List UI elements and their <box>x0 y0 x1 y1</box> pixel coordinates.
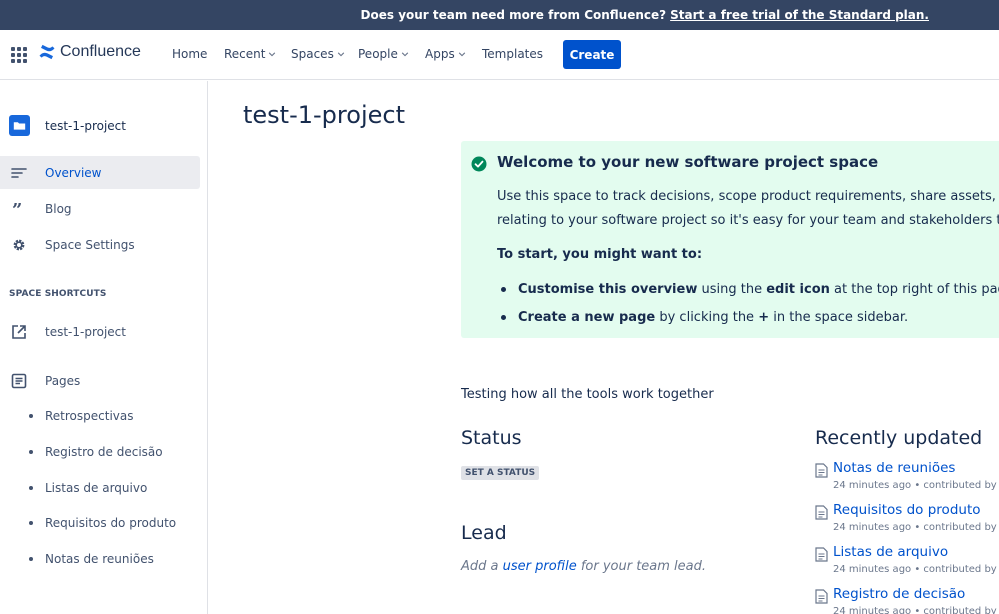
nav-people-label: People <box>358 47 398 61</box>
lead-text-post: for your team lead. <box>580 559 707 574</box>
nav-spaces[interactable]: Spaces <box>291 47 345 61</box>
confluence-logo[interactable]: Confluence <box>38 43 141 61</box>
sidebar-shortcut-link[interactable]: test-1-project <box>0 315 200 348</box>
confluence-logo-icon <box>39 44 55 60</box>
gear-icon <box>10 236 28 254</box>
bullet-bold: Create a new page <box>518 310 656 325</box>
user-profile-link[interactable]: user profile <box>503 559 577 574</box>
page-title: test-1-project <box>243 101 405 129</box>
logo-text: Confluence <box>60 43 141 60</box>
chevron-down-icon <box>337 52 345 57</box>
sidebar-item-overview[interactable]: Overview <box>0 156 200 189</box>
space-shortcuts-heading: SPACE SHORTCUTS <box>9 289 107 299</box>
recent-item-title[interactable]: Listas de arquivo <box>833 544 948 560</box>
panel-bullet: Customise this overview using the edit i… <box>501 282 999 297</box>
svg-text:”: ” <box>12 201 22 217</box>
page-tree-label: Notas de reuniões <box>45 552 154 566</box>
nav-home[interactable]: Home <box>172 47 207 61</box>
recent-item-title[interactable]: Registro de decisão <box>833 586 965 602</box>
panel-title: Welcome to your new software project spa… <box>497 153 879 171</box>
sidebar-item-pages[interactable]: Pages <box>0 364 200 397</box>
external-link-icon <box>10 323 28 341</box>
sidebar-item-blog[interactable]: ” Blog <box>0 192 200 225</box>
page-tree-item[interactable]: Listas de arquivo <box>29 481 147 495</box>
sidebar-item-label: Space Settings <box>45 237 135 252</box>
nav-recent-label: Recent <box>224 47 266 61</box>
status-lozenge[interactable]: SET A STATUS <box>461 466 540 480</box>
lead-heading: Lead <box>461 522 507 544</box>
sidebar-item-label: Pages <box>45 373 81 388</box>
page-tree-item[interactable]: Notas de reuniões <box>29 552 154 566</box>
page-tree-label: Retrospectivas <box>45 409 134 423</box>
recent-item-meta: 24 minutes ago • contributed by Da <box>833 522 999 533</box>
space-header[interactable]: test-1-project <box>9 115 126 136</box>
bullet-bold: + <box>758 310 770 325</box>
bullet-bold: Customise this overview <box>518 282 698 297</box>
chevron-down-icon <box>269 52 276 57</box>
recent-item-title[interactable]: Requisitos do produto <box>833 502 981 518</box>
bullet-text: using the <box>701 282 763 297</box>
space-sidebar: test-1-project Overview ” Blog Space Set… <box>0 81 208 614</box>
status-heading: Status <box>461 427 522 449</box>
page-tree-item[interactable]: Retrospectivas <box>29 409 134 423</box>
panel-description-line2: relating to your software project so it'… <box>497 213 999 228</box>
chevron-down-icon <box>401 52 409 57</box>
recent-item-title[interactable]: Notas de reuniões <box>833 460 955 476</box>
space-name: test-1-project <box>45 118 126 133</box>
nav-recent[interactable]: Recent <box>224 47 276 61</box>
panel-bullet: Create a new page by clicking the + in t… <box>501 310 908 325</box>
create-button[interactable]: Create <box>563 40 621 69</box>
nav-home-label: Home <box>172 47 208 61</box>
sidebar-item-space-settings[interactable]: Space Settings <box>0 228 200 261</box>
nav-templates[interactable]: Templates <box>482 47 543 61</box>
quote-icon: ” <box>10 200 28 218</box>
page-icon <box>815 547 828 562</box>
banner-trial-link[interactable]: Start a free trial of the Standard plan. <box>670 8 929 22</box>
page-tree-item[interactable]: Requisitos do produto <box>29 516 176 530</box>
lead-text-pre: Add a <box>461 559 499 574</box>
bullet-text: by clicking the <box>659 310 755 325</box>
bullet-text: in the space sidebar. <box>773 310 909 325</box>
recent-item-meta: 24 minutes ago • contributed by Da <box>833 606 999 614</box>
page-icon <box>815 505 828 520</box>
lead-placeholder: Add a user profile for your team lead. <box>461 559 706 574</box>
nav-people[interactable]: People <box>358 47 409 61</box>
check-circle-icon <box>471 156 487 172</box>
panel-subheading: To start, you might want to: <box>497 247 703 262</box>
sidebar-item-label: Blog <box>45 201 72 216</box>
page-icon <box>815 589 828 604</box>
welcome-panel: Welcome to your new software project spa… <box>461 141 999 338</box>
recently-updated-heading: Recently updated <box>815 427 983 449</box>
recent-item-meta: 24 minutes ago • contributed by Da <box>833 480 999 491</box>
folder-icon <box>13 122 26 130</box>
space-description: Testing how all the tools work together <box>461 387 714 402</box>
page-icon <box>815 463 828 478</box>
bullet-bold: edit icon <box>766 282 830 297</box>
sidebar-item-label: Overview <box>45 165 102 180</box>
pages-icon <box>10 372 28 390</box>
nav-templates-label: Templates <box>482 47 544 61</box>
page-tree-label: Registro de decisão <box>45 445 163 459</box>
overview-icon <box>10 164 28 182</box>
upgrade-banner: Does your team need more from Confluence… <box>0 0 999 30</box>
banner-text: Does your team need more from Confluence… <box>360 8 667 22</box>
bullet-text: at the top right of this page. <box>834 282 999 297</box>
app-switcher-icon[interactable] <box>11 47 27 63</box>
nav-spaces-label: Spaces <box>291 47 334 61</box>
chevron-down-icon <box>458 52 465 57</box>
page-tree-label: Requisitos do produto <box>45 516 177 530</box>
panel-description-line1: Use this space to track decisions, scope… <box>497 189 999 204</box>
top-navigation: Confluence Home Recent Spaces People App… <box>0 30 999 80</box>
nav-apps-label: Apps <box>425 47 455 61</box>
page-tree-label: Listas de arquivo <box>45 481 148 495</box>
recent-item-meta: 24 minutes ago • contributed by Da <box>833 564 999 575</box>
nav-apps[interactable]: Apps <box>425 47 466 61</box>
space-avatar <box>9 115 30 136</box>
sidebar-item-label: test-1-project <box>45 324 126 339</box>
page-tree-item[interactable]: Registro de decisão <box>29 445 163 459</box>
